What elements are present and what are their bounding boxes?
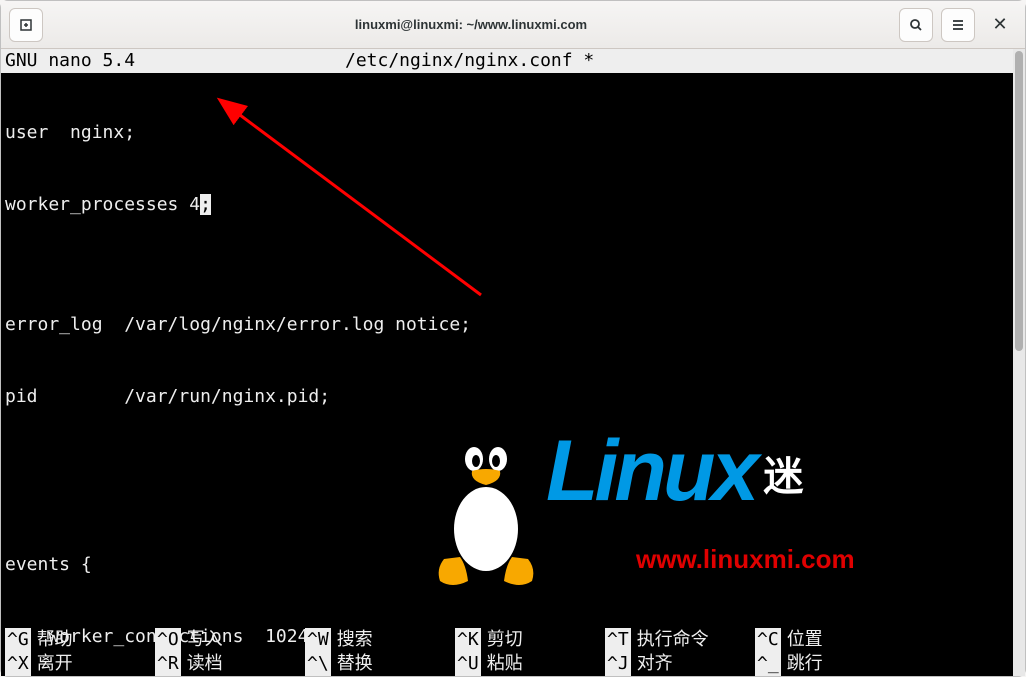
nano-app-name: GNU nano 5.4: [5, 49, 165, 73]
shortcut-search: ^W搜索: [305, 628, 455, 652]
scrollbar[interactable]: [1013, 49, 1025, 676]
nano-file-path: /etc/nginx/nginx.conf *: [345, 49, 594, 73]
config-line: worker_processes 4;: [1, 193, 1013, 217]
editor-content[interactable]: user nginx; worker_processes 4; error_lo…: [1, 73, 1013, 676]
scrollbar-thumb[interactable]: [1015, 51, 1023, 351]
search-button[interactable]: [899, 8, 933, 42]
config-line: error_log /var/log/nginx/error.log notic…: [1, 313, 1013, 337]
nano-shortcuts: ^G帮助 ^O写入 ^W搜索 ^K剪切 ^T执行命令 ^C位置 ^X离开 ^R读…: [1, 628, 1001, 676]
text-cursor: ;: [200, 194, 211, 215]
shortcut-read: ^R读档: [155, 652, 305, 676]
new-tab-button[interactable]: [9, 8, 43, 42]
shortcut-writeout: ^O写入: [155, 628, 305, 652]
shortcut-execute: ^T执行命令: [605, 628, 755, 652]
close-button[interactable]: ✕: [983, 8, 1017, 42]
shortcut-justify: ^J对齐: [605, 652, 755, 676]
shortcut-cut: ^K剪切: [455, 628, 605, 652]
terminal-wrap: GNU nano 5.4 /etc/nginx/nginx.conf * use…: [1, 49, 1025, 676]
menu-button[interactable]: [941, 8, 975, 42]
window-title: linuxmi@linuxmi: ~/www.linuxmi.com: [51, 17, 891, 32]
shortcut-goto: ^_跳行: [755, 652, 905, 676]
config-line: events {: [1, 553, 1013, 577]
window-titlebar: linuxmi@linuxmi: ~/www.linuxmi.com ✕: [1, 1, 1025, 49]
shortcut-paste: ^U粘贴: [455, 652, 605, 676]
shortcut-location: ^C位置: [755, 628, 905, 652]
shortcut-help: ^G帮助: [5, 628, 155, 652]
config-line: pid /var/run/nginx.pid;: [1, 385, 1013, 409]
config-line: user nginx;: [1, 121, 1013, 145]
nano-header: GNU nano 5.4 /etc/nginx/nginx.conf *: [1, 49, 1013, 73]
terminal[interactable]: GNU nano 5.4 /etc/nginx/nginx.conf * use…: [1, 49, 1013, 676]
shortcut-replace: ^\替换: [305, 652, 455, 676]
shortcut-exit: ^X离开: [5, 652, 155, 676]
